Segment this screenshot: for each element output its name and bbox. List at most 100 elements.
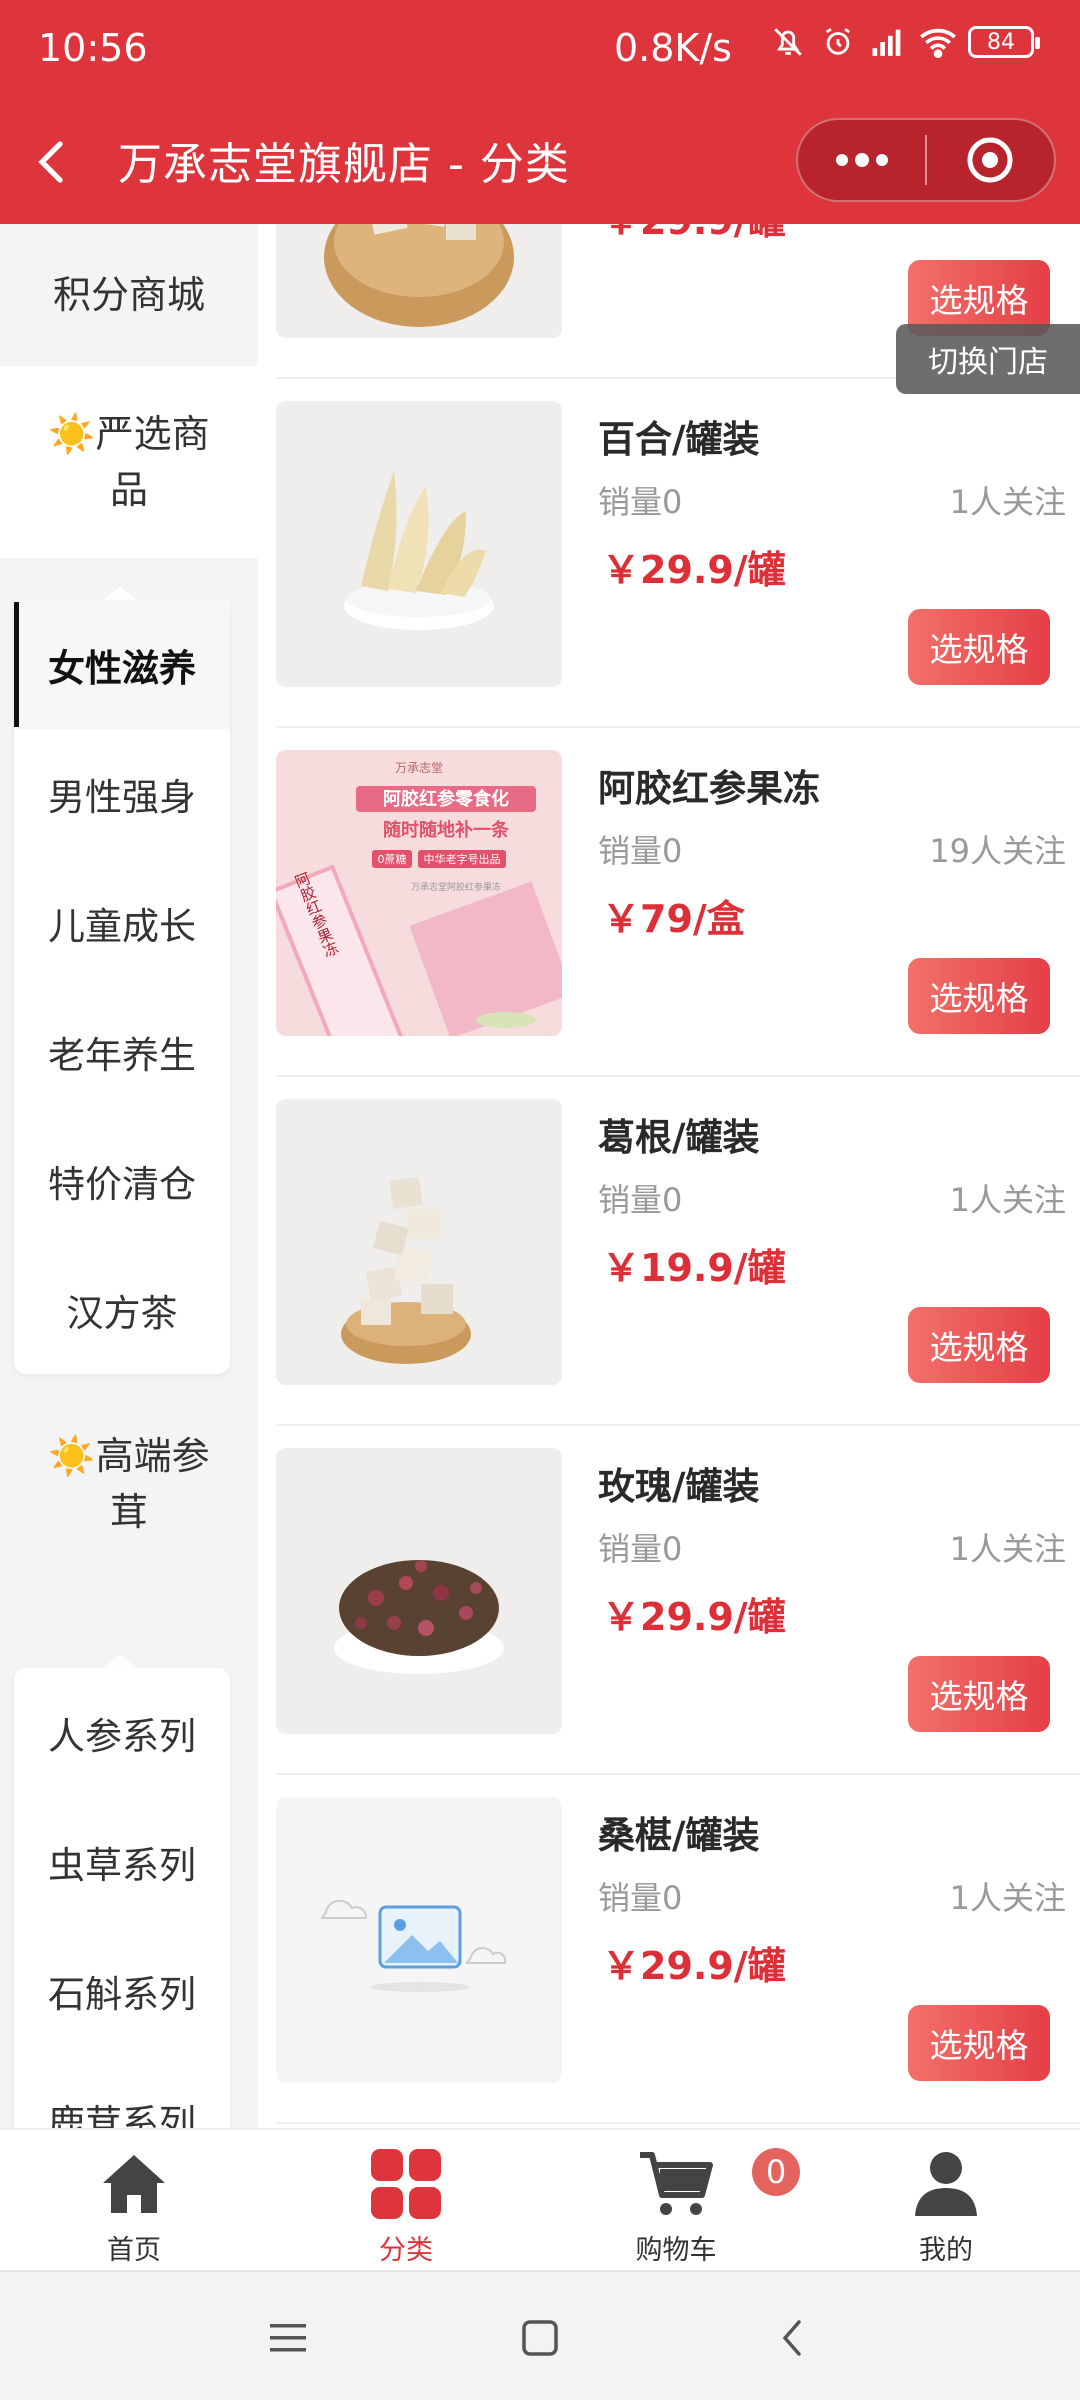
svg-text:万承志堂阿胶红参果冻: 万承志堂阿胶红参果冻 xyxy=(411,881,501,893)
nav-bar: 万承志堂旗舰店 - 分类 xyxy=(0,98,1080,224)
cart-icon xyxy=(636,2144,716,2224)
product-followers: 1人关注 xyxy=(949,1181,1066,1219)
subcategory-clearance[interactable]: 特价清仓 xyxy=(14,1116,230,1245)
select-spec-button[interactable]: 选规格 xyxy=(908,609,1050,685)
select-spec-button[interactable]: 选规格 xyxy=(908,1656,1050,1732)
page-title: 万承志堂旗舰店 - 分类 xyxy=(118,139,570,190)
subcategory-ginseng[interactable]: 人参系列 xyxy=(14,1668,230,1797)
product-price: ￥79/盒 xyxy=(602,897,745,941)
sidebar-item-points-mall[interactable]: 积分商城 xyxy=(0,224,258,366)
product-card[interactable]: 万承志堂 阿胶红参零食化 随时随地补一条 0蔗糖 中华老字号出品 阿胶红参果冻 … xyxy=(276,728,1080,1077)
svg-text:阿胶红参零食化: 阿胶红参零食化 xyxy=(383,788,509,810)
kudzu-cubes-image xyxy=(276,224,562,338)
rose-buds-image xyxy=(276,1448,562,1734)
svg-text:中华老字号出品: 中华老字号出品 xyxy=(424,852,501,866)
subcategory-men-strength[interactable]: 男性强身 xyxy=(14,729,230,858)
cart-count-badge: 0 xyxy=(752,2148,800,2196)
product-name: 葛根/罐装 xyxy=(598,1116,760,1159)
subcategory-antler[interactable]: 鹿茸系列 xyxy=(14,2055,230,2129)
product-image xyxy=(276,1797,562,2083)
sidebar-item-premium-ginseng[interactable]: ☀️高端参茸 xyxy=(0,1384,258,1584)
category-grid-icon xyxy=(366,2144,446,2224)
user-icon xyxy=(906,2144,986,2224)
product-sales: 销量0 xyxy=(598,1879,683,1917)
network-speed: 0.8K/s xyxy=(614,26,732,70)
home-icon xyxy=(94,2144,174,2224)
product-name: 阿胶红参果冻 xyxy=(598,767,820,810)
product-sales: 销量0 xyxy=(598,832,683,870)
product-name: 桑椹/罐装 xyxy=(598,1814,760,1857)
submenu-caret xyxy=(104,1654,136,1668)
mute-bell-icon xyxy=(768,22,808,62)
product-card[interactable]: 玫瑰/罐装 销量0 1人关注 ￥29.9/罐 选规格 xyxy=(276,1426,1080,1775)
back-triangle-icon[interactable] xyxy=(762,2308,822,2368)
wifi-icon xyxy=(918,22,958,62)
status-bar: 10:56 0.8K/s 84 xyxy=(0,0,1080,98)
product-card[interactable]: 百合/罐装 销量0 1人关注 ￥29.9/罐 选规格 xyxy=(276,379,1080,728)
sidebar-item-label: 积分商城 xyxy=(52,273,205,317)
product-followers: 1人关注 xyxy=(949,483,1066,521)
system-navigation-bar xyxy=(0,2270,1080,2400)
subcategory-elderly-care[interactable]: 老年养生 xyxy=(14,987,230,1116)
ejiao-jelly-image: 万承志堂 阿胶红参零食化 随时随地补一条 0蔗糖 中华老字号出品 阿胶红参果冻 … xyxy=(276,750,562,1036)
sidebar-item-label: 严选商品 xyxy=(95,412,210,512)
product-price: ￥29.9/罐 xyxy=(602,1595,786,1639)
product-name: 百合/罐装 xyxy=(598,418,760,461)
more-button[interactable] xyxy=(798,120,925,200)
select-spec-button[interactable]: 选规格 xyxy=(908,1307,1050,1383)
subcategory-child-growth[interactable]: 儿童成长 xyxy=(14,858,230,987)
product-sales: 销量0 xyxy=(598,1181,683,1219)
back-arrow-icon[interactable] xyxy=(36,132,80,192)
product-image xyxy=(276,1448,562,1734)
product-followers: 1人关注 xyxy=(949,1879,1066,1917)
home-square-icon[interactable] xyxy=(510,2308,570,2368)
select-spec-button[interactable]: 选规格 xyxy=(908,2005,1050,2081)
svg-text:0蔗糖: 0蔗糖 xyxy=(378,852,407,866)
product-followers: 19人关注 xyxy=(929,832,1066,870)
submenu-group-1: 女性滋养 男性强身 儿童成长 老年养生 特价清仓 汉方茶 xyxy=(14,600,230,1374)
product-price: ￥29.9/罐 xyxy=(602,548,786,592)
product-price: ￥29.9/罐 xyxy=(602,1944,786,1988)
subcategory-dendrobium[interactable]: 石斛系列 xyxy=(14,1926,230,2055)
product-sales: 销量0 xyxy=(598,1530,683,1568)
bottom-tab-bar: 首页 分类 购物车 我的 xyxy=(0,2128,1080,2270)
tab-label: 购物车 xyxy=(635,2235,717,2266)
product-card[interactable]: 葛根/罐装 销量0 1人关注 ￥19.9/罐 选规格 xyxy=(276,1077,1080,1426)
lily-bulb-image xyxy=(276,401,562,687)
svg-text:万承志堂: 万承志堂 xyxy=(395,761,443,775)
tab-profile[interactable]: 我的 xyxy=(846,2130,1046,2272)
tab-label: 我的 xyxy=(919,2235,973,2266)
product-image xyxy=(276,1099,562,1385)
product-image xyxy=(276,401,562,687)
select-spec-button[interactable]: 选规格 xyxy=(908,958,1050,1034)
submenu-group-2: 人参系列 虫草系列 石斛系列 鹿茸系列 xyxy=(14,1668,230,2128)
product-price: ￥29.9/罐 xyxy=(602,224,786,245)
product-price: ￥19.9/罐 xyxy=(602,1246,786,1290)
battery-indicator: 84 xyxy=(968,26,1040,58)
sun-icon: ☀️ xyxy=(48,1434,96,1478)
signal-icon xyxy=(868,22,908,62)
tab-cart[interactable]: 购物车 xyxy=(576,2130,776,2272)
svg-text:随时随地补一条: 随时随地补一条 xyxy=(383,819,510,841)
status-icons: 84 xyxy=(768,22,1040,62)
subcategory-women-nourish[interactable]: 女性滋养 xyxy=(14,600,230,729)
alarm-icon xyxy=(818,22,858,62)
miniprogram-capsule xyxy=(796,118,1056,202)
product-image: 万承志堂 阿胶红参零食化 随时随地补一条 0蔗糖 中华老字号出品 阿胶红参果冻 … xyxy=(276,750,562,1036)
close-miniprogram-button[interactable] xyxy=(927,120,1054,200)
sidebar-item-selected-products[interactable]: ☀️严选商品 xyxy=(0,366,258,558)
kudzu-cubes-image xyxy=(276,1099,562,1385)
submenu-caret xyxy=(104,586,136,600)
product-name: 玫瑰/罐装 xyxy=(598,1465,760,1508)
menu-icon[interactable] xyxy=(258,2308,318,2368)
sidebar-item-label: 高端参茸 xyxy=(95,1434,210,1534)
subcategory-herbal-tea[interactable]: 汉方茶 xyxy=(14,1245,230,1374)
placeholder-image xyxy=(276,1797,562,2083)
category-sidebar: 积分商城 ☀️严选商品 女性滋养 男性强身 儿童成长 老年养生 特价清仓 汉方茶… xyxy=(0,224,258,2128)
switch-store-button[interactable]: 切换门店 xyxy=(896,324,1080,394)
subcategory-cordyceps[interactable]: 虫草系列 xyxy=(14,1797,230,1926)
tab-category[interactable]: 分类 xyxy=(306,2130,506,2272)
product-card[interactable]: 桑椹/罐装 销量0 1人关注 ￥29.9/罐 选规格 xyxy=(276,1775,1080,2124)
product-sales: 销量0 xyxy=(598,483,683,521)
tab-home[interactable]: 首页 xyxy=(34,2130,234,2272)
